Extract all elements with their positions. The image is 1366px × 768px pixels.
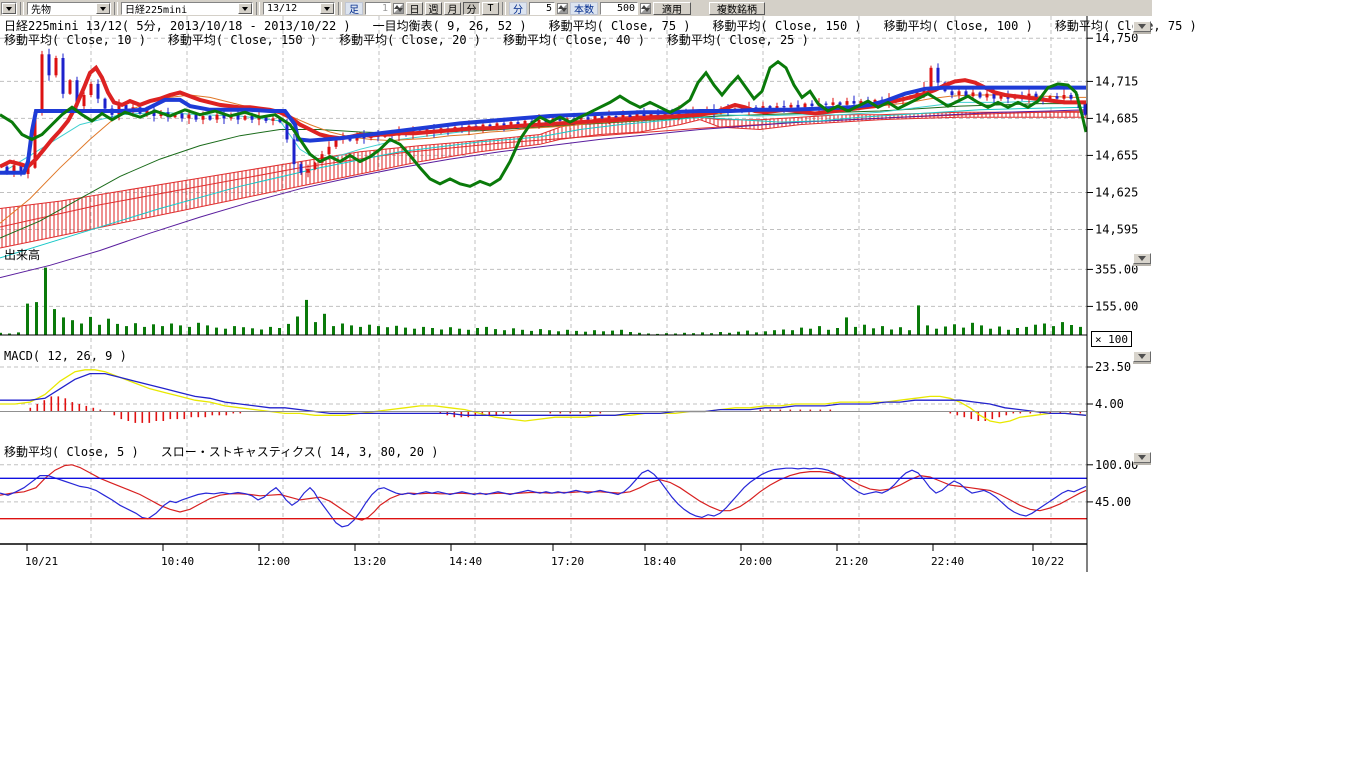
legend-item: 一目均衡表( 9, 26, 52 ) bbox=[373, 20, 527, 33]
x-axis-label: 18:40 bbox=[643, 555, 676, 568]
price-panel-legend-row2: 移動平均( Close, 10 ) 移動平均( Close, 150 ) 移動平均(… bbox=[4, 34, 809, 47]
x-axis-label: 17:20 bbox=[551, 555, 584, 568]
y-axis-label: 14,655 bbox=[1095, 148, 1138, 162]
legend-item: 日経225mini 13/12( 5分, 2013/10/18 - 2013/1… bbox=[4, 20, 351, 33]
macd-line bbox=[0, 374, 1086, 416]
x-axis-label: 10/22 bbox=[1031, 555, 1064, 568]
volume-panel-dropdown-button[interactable] bbox=[1133, 253, 1151, 264]
x-axis-label: 12:00 bbox=[257, 555, 290, 568]
stochastics-label: スロー・ストキャスティクス( 14, 3, 80, 20 ) bbox=[161, 446, 439, 459]
chevron-down-icon bbox=[1138, 256, 1146, 265]
legend-item: 移動平均( Close, 100 ) bbox=[884, 20, 1033, 33]
y-axis-label: 14,685 bbox=[1095, 111, 1138, 125]
chevron-down-icon bbox=[1138, 455, 1146, 464]
x-axis-label: 13:20 bbox=[353, 555, 386, 568]
legend-item: 移動平均( Close, 25 ) bbox=[667, 34, 809, 47]
y-axis-label: 100.00 bbox=[1095, 458, 1138, 472]
macd-panel-dropdown-button[interactable] bbox=[1133, 351, 1151, 362]
chart-canvas: 14,750 14,715 14,685 14,655 14,625 14,595 355.… bbox=[0, 0, 1366, 768]
x-axis-label: 20:00 bbox=[739, 555, 772, 568]
x-axis-label: 22:40 bbox=[931, 555, 964, 568]
y-axis-label: 14,625 bbox=[1095, 186, 1138, 200]
y-axis-label: 14,750 bbox=[1095, 31, 1138, 45]
chevron-down-icon bbox=[1138, 354, 1146, 363]
stoch-panel-dropdown-button[interactable] bbox=[1133, 452, 1151, 463]
x-axis-label: 10/21 bbox=[25, 555, 58, 568]
stoch-ma-label: 移動平均( Close, 5 ) bbox=[4, 446, 139, 459]
legend-item: 移動平均( Close, 40 ) bbox=[503, 34, 645, 47]
x-axis-label: 10:40 bbox=[161, 555, 194, 568]
y-axis-label: 14,715 bbox=[1095, 74, 1138, 88]
reference-lines bbox=[0, 335, 1087, 519]
volume-bars bbox=[0, 268, 1082, 335]
y-axis-label: 355.00 bbox=[1095, 262, 1138, 276]
volume-multiplier-badge: × 100 bbox=[1091, 331, 1132, 347]
legend-item: 移動平均( Close, 10 ) bbox=[4, 34, 146, 47]
price-panel-legend-row1: 日経225mini 13/12( 5分, 2013/10/18 - 2013/1… bbox=[4, 20, 1197, 33]
macd-panel-label: MACD( 12, 26, 9 ) bbox=[4, 350, 127, 363]
legend-item: 移動平均( Close, 75 ) bbox=[549, 20, 691, 33]
x-axis-label: 21:20 bbox=[835, 555, 868, 568]
chevron-down-icon bbox=[1138, 24, 1146, 33]
y-axis-label: 14,595 bbox=[1095, 223, 1138, 237]
legend-item: 移動平均( Close, 75 ) bbox=[1055, 20, 1197, 33]
x-axis-label: 14:40 bbox=[449, 555, 482, 568]
cyan-lagging bbox=[0, 107, 1086, 258]
stoch-panel-label: 移動平均( Close, 5 ) スロー・ストキャスティクス( 14, 3, 8… bbox=[4, 446, 438, 459]
price-panel-dropdown-button[interactable] bbox=[1133, 21, 1151, 32]
y-axis-label: 4.00 bbox=[1095, 397, 1124, 411]
price-overlays-thick bbox=[0, 62, 1086, 187]
volume-panel-label: 出来高 bbox=[4, 249, 40, 262]
legend-item: 移動平均( Close, 20 ) bbox=[339, 34, 481, 47]
ichimoku-cloud bbox=[0, 112, 1086, 248]
legend-item: 移動平均( Close, 150 ) bbox=[713, 20, 862, 33]
stoch-k bbox=[0, 468, 1086, 527]
y-axis-label: 155.00 bbox=[1095, 299, 1138, 313]
legend-item: 移動平均( Close, 150 ) bbox=[168, 34, 317, 47]
y-axis-label: 23.50 bbox=[1095, 360, 1131, 374]
y-axis-label: 45.00 bbox=[1095, 495, 1131, 509]
